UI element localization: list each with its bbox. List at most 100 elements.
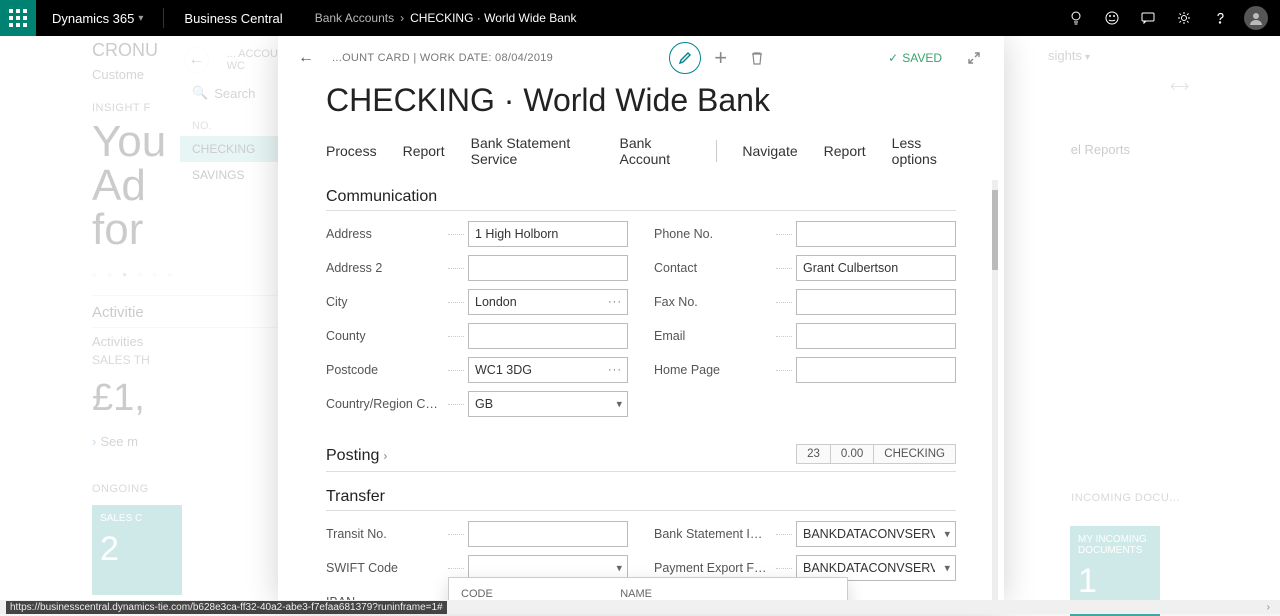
bank-account-card-modal: ← ...OUNT CARD | WORK DATE: 08/04/2019 +… [278,36,1004,600]
field-address: Address [326,221,628,247]
avatar-button[interactable] [1238,0,1274,36]
address-2-input[interactable] [468,255,628,281]
field-homepage: Home Page [654,357,956,383]
county-input[interactable] [468,323,628,349]
field-label: County [326,329,444,343]
posting-badge-balance[interactable]: 0.00 [831,444,874,464]
field-county: County [326,323,628,349]
fax-input[interactable] [796,289,956,315]
chevron-down-icon: ▾ [138,13,143,24]
brand-app-label: Dynamics 365 [52,11,134,26]
modal-header: ← ...OUNT CARD | WORK DATE: 08/04/2019 +… [278,36,1004,80]
field-label: Bank Statement Impo... [654,527,772,541]
field-label: Address [326,227,444,241]
delete-button[interactable] [739,40,775,76]
field-postcode: Postcode ··· [326,357,628,383]
chevron-right-icon: › [383,449,387,463]
modal-crumb: ...OUNT CARD | WORK DATE: 08/04/2019 [332,52,553,64]
field-label: Postcode [326,363,444,377]
field-bank-stmt-import: Bank Statement Impo... ▾ [654,521,956,547]
field-label: Country/Region Code [326,397,444,411]
breadcrumb: Bank Accounts › CHECKING · World Wide Ba… [299,11,593,25]
bank-stmt-import-input[interactable] [796,521,956,547]
transit-no-input[interactable] [468,521,628,547]
breadcrumb-current: CHECKING · World Wide Bank [410,11,576,25]
field-label: Contact [654,261,772,275]
brand-product-link[interactable]: Business Central [168,11,298,26]
contact-input[interactable] [796,255,956,281]
posting-badge-count[interactable]: 23 [796,444,831,464]
chevron-down-icon[interactable]: ▾ [616,398,622,411]
email-input[interactable] [796,323,956,349]
city-input[interactable] [468,289,628,315]
saved-status: ✓ SAVED [888,51,942,65]
section-communication-title[interactable]: Communication [326,188,956,206]
page-title: CHECKING · World Wide Bank [278,80,1004,123]
app-launcher-button[interactable] [0,0,36,36]
scrollbar[interactable] [992,180,998,600]
lightbulb-icon[interactable] [1058,0,1094,36]
section-transfer-title[interactable]: Transfer [326,488,956,506]
breadcrumb-parent[interactable]: Bank Accounts [315,11,394,25]
field-label: Fax No. [654,295,772,309]
field-label: Phone No. [654,227,772,241]
field-label: Payment Export Form... [654,561,772,575]
tab-bank-statement-service[interactable]: Bank Statement Service [471,129,594,173]
gear-icon[interactable] [1166,0,1202,36]
lookup-icon[interactable]: ··· [608,364,622,376]
tab-process[interactable]: Process [326,137,377,165]
tab-report[interactable]: Report [403,137,445,165]
tab-bank-account[interactable]: Bank Account [620,129,690,173]
communication-fields: Address Address 2 City ··· County Postcod… [326,221,956,417]
check-icon: ✓ [888,51,898,65]
homepage-input[interactable] [796,357,956,383]
transfer-fields: Transit No. SWIFT Code▾ IBAN Bank Statem… [326,521,956,600]
dropdown-col-code: CODE [449,578,608,600]
less-options-link[interactable]: Less options [892,129,956,173]
scroll-right-icon[interactable]: › [1267,602,1274,613]
smile-icon[interactable] [1094,0,1130,36]
address-input[interactable] [468,221,628,247]
back-button[interactable]: ← [290,42,322,74]
phone-input[interactable] [796,221,956,247]
action-bar: Process Report Bank Statement Service Ba… [278,123,1004,174]
field-label: Transit No. [326,527,444,541]
topbar-actions [1058,0,1280,36]
field-label: Home Page [654,363,772,377]
tab-navigate[interactable]: Navigate [742,137,797,165]
tab-report-2[interactable]: Report [824,137,866,165]
field-city: City ··· [326,289,628,315]
new-button[interactable]: + [703,40,739,76]
separator [716,140,717,162]
section-posting-title[interactable]: Posting › [326,447,387,465]
postcode-input[interactable] [468,357,628,383]
brand-app-link[interactable]: Dynamics 365 ▾ [36,11,159,26]
chevron-right-icon: › [400,11,404,25]
top-bar: Dynamics 365 ▾ Business Central Bank Acc… [0,0,1280,36]
field-contact: Contact [654,255,956,281]
field-transit-no: Transit No. [326,521,628,547]
field-country-region: Country/Region Code ▾ [326,391,628,417]
lookup-icon[interactable]: ··· [608,296,622,308]
edit-button[interactable] [667,40,703,76]
modal-body: Communication Address Address 2 City ··· … [278,174,1004,600]
field-label: Address 2 [326,261,444,275]
chevron-down-icon[interactable]: ▾ [944,528,950,541]
chevron-down-icon[interactable]: ▾ [616,562,622,575]
expand-button[interactable] [956,40,992,76]
help-icon[interactable] [1202,0,1238,36]
posting-title-text: Posting [326,447,379,465]
browser-status-bar: https://businesscentral.dynamics-tie.com… [0,600,1280,614]
dropdown-col-name: NAME [608,578,847,600]
field-fax: Fax No. [654,289,956,315]
chat-icon[interactable] [1130,0,1166,36]
scrollbar-thumb[interactable] [992,190,998,270]
posting-badge-group[interactable]: CHECKING [874,444,956,464]
country-region-input[interactable] [468,391,628,417]
posting-summary-badges: 23 0.00 CHECKING [796,444,956,464]
status-url: https://businesscentral.dynamics-tie.com… [6,601,447,614]
field-label: City [326,295,444,309]
swift-code-dropdown[interactable]: CODE NAME ZABAHR2X Zagrebacka Banka [448,577,848,600]
field-address-2: Address 2 [326,255,628,281]
chevron-down-icon[interactable]: ▾ [944,562,950,575]
